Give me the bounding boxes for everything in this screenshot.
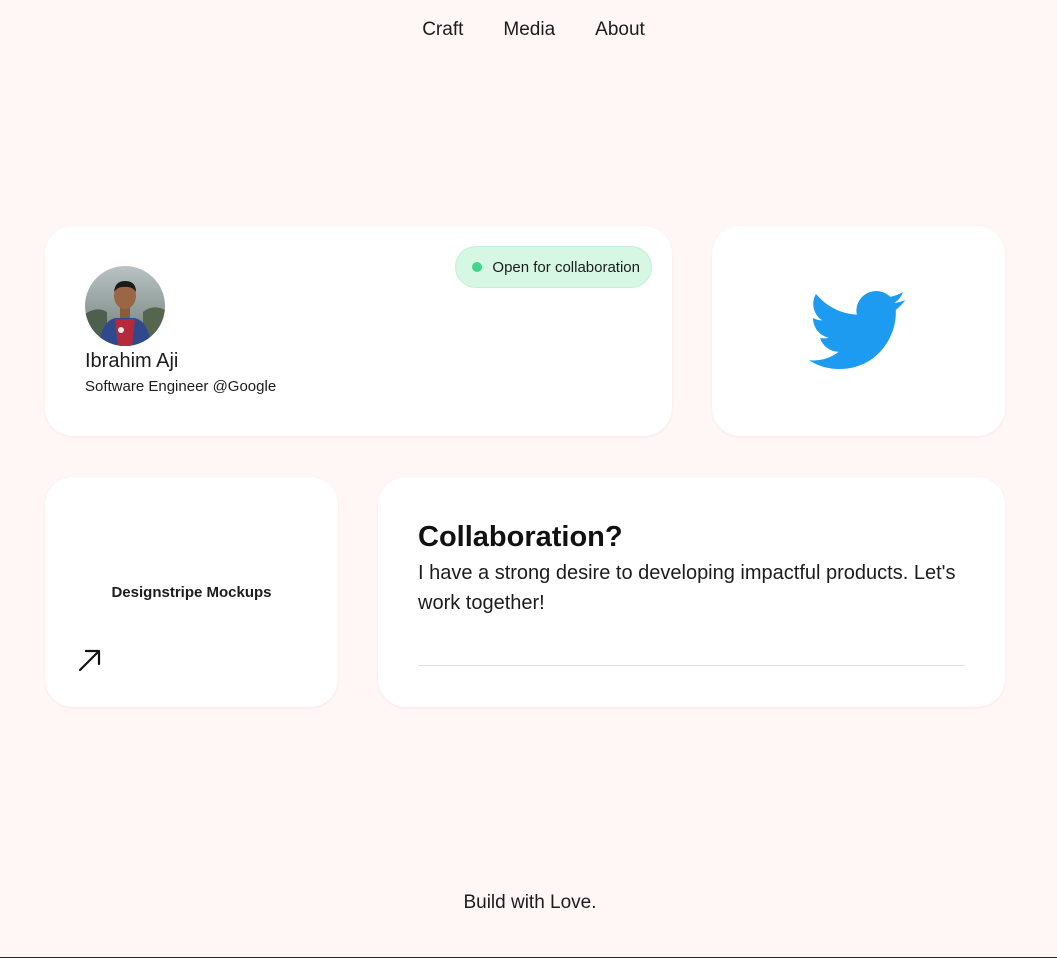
collaboration-card: Collaboration? I have a strong desire to… — [378, 477, 1005, 707]
nav-item-craft[interactable]: Craft — [422, 19, 463, 41]
status-dot-icon — [472, 262, 483, 272]
avatar — [85, 266, 165, 346]
status-badge-label: Open for collaboration — [492, 258, 640, 276]
avatar-photo-icon — [85, 266, 165, 346]
status-badge: Open for collaboration — [455, 246, 652, 288]
collaboration-title: Collaboration? — [418, 521, 623, 553]
nav-item-media[interactable]: Media — [503, 19, 555, 41]
mockups-card[interactable]: Designstripe Mockups — [45, 477, 338, 707]
twitter-card[interactable] — [712, 226, 1005, 436]
profile-card: Open for collaboration Ibrahim Aji Softw… — [45, 226, 672, 436]
twitter-bird-icon — [808, 291, 906, 370]
divider — [418, 665, 965, 666]
footer-text: Build with Love. — [463, 892, 597, 913]
top-nav: Craft Media About — [0, 19, 1057, 41]
nav-item-about[interactable]: About — [595, 19, 645, 41]
mockups-label: Designstripe Mockups — [111, 584, 272, 601]
arrow-up-right-icon — [78, 649, 101, 672]
collaboration-text: I have a strong desire to developing imp… — [418, 562, 956, 614]
profile-role: Software Engineer @Google — [85, 378, 277, 395]
profile-name: Ibrahim Aji — [85, 350, 179, 372]
